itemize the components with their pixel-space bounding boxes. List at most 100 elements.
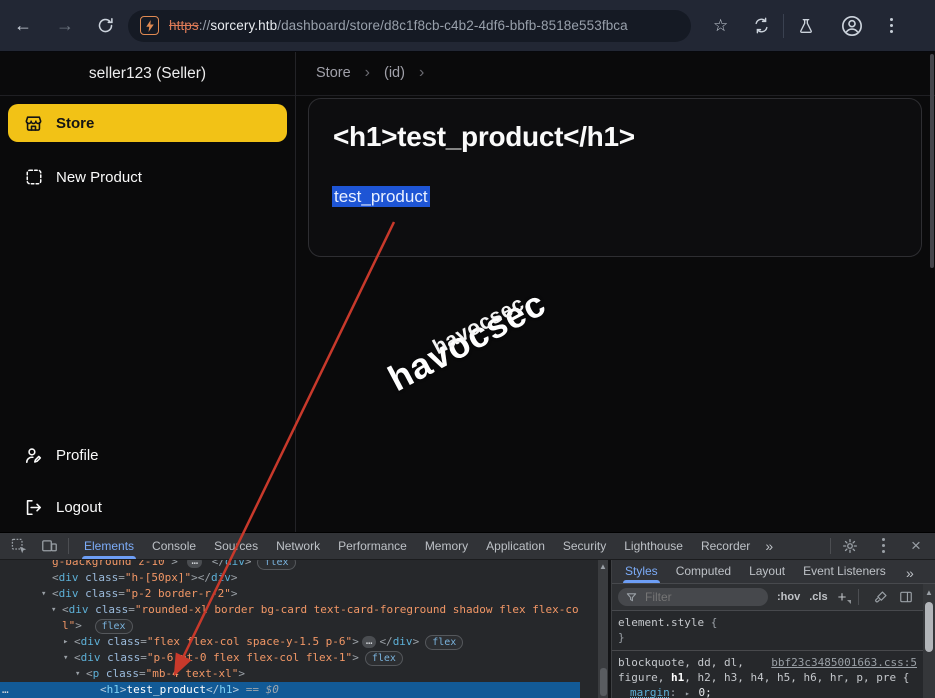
address-bar[interactable]: https://sorcery.htb/dashboard/store/d8c1… [128,10,691,42]
new-style-rule-button[interactable]: + [838,589,847,606]
collapsed-content-button[interactable]: … [187,560,202,568]
dom-tree-node[interactable]: ▸<div class="flex flex-col space-y-1.5 p… [0,634,580,650]
collapse-arrow-icon[interactable]: ▾ [41,586,46,602]
profile-avatar-button[interactable] [839,13,865,39]
devtools-tab-lighthouse[interactable]: Lighthouse [615,533,692,559]
devtools-tab-security[interactable]: Security [554,533,615,559]
devtools-tab-recorder[interactable]: Recorder [692,533,759,559]
devtools-tab-sources[interactable]: Sources [205,533,267,559]
inspect-icon [11,538,28,555]
dom-tree-node[interactable]: ▾<div class="p-6 pt-0 flex flex-col flex… [0,650,580,666]
node-more-actions[interactable]: … [2,682,8,698]
collapse-arrow-icon[interactable]: ▾ [75,666,80,682]
rule-selector: element.style [618,616,704,629]
styles-tab-computed[interactable]: Computed [667,560,740,583]
element-style-rule[interactable]: element.style { } [612,611,923,651]
sidebar-item-label: Logout [56,499,102,516]
sidebar-item-new-product[interactable]: New Product [8,158,287,196]
code-token: class [79,587,119,600]
devtools-tab-memory[interactable]: Memory [416,533,477,559]
collapse-arrow-icon[interactable]: ▾ [51,602,56,618]
devtools-tab-network[interactable]: Network [267,533,329,559]
more-tabs-button[interactable]: » [759,533,779,559]
expand-arrow-icon[interactable]: ▸ [63,634,68,650]
styles-filter-input-wrap[interactable] [618,588,768,606]
insecure-site-icon[interactable] [140,16,159,35]
rule-selector: figure, [618,671,671,684]
devtools-tab-performance[interactable]: Performance [329,533,416,559]
experiments-button[interactable] [793,13,819,39]
sidebar-item-logout[interactable]: Logout [8,490,287,524]
device-toolbar-button[interactable] [36,533,62,559]
devtools-menu-button[interactable] [873,533,893,557]
sidebar-item-store[interactable]: Store [8,104,287,142]
elements-scrollbar[interactable]: ▲ [598,560,608,698]
element-classes-button[interactable]: .cls [809,591,827,603]
computed-sidebar-toggle-button[interactable] [899,590,913,604]
more-tabs-button[interactable]: » [900,560,920,586]
scroll-up-icon[interactable]: ▲ [598,562,608,571]
dom-tree-node[interactable]: <div class="h-[50px]"></div> [0,570,580,586]
sync-tabs-button[interactable] [748,13,774,39]
inspect-element-button[interactable] [6,533,32,559]
back-button[interactable]: ← [10,13,36,39]
sidebar-item-label: New Product [56,169,142,186]
scroll-up-icon[interactable]: ▲ [923,588,935,597]
devtools-settings-button[interactable] [837,533,863,559]
devtools-tab-console[interactable]: Console [143,533,205,559]
page-scrollbar[interactable] [930,54,934,268]
code-token: test_product [127,683,206,696]
devtools-tab-elements[interactable]: Elements [75,533,143,559]
elements-panel: g-background z-10"> … </div>flex<div cla… [0,560,598,698]
stylesheet-link[interactable]: bbf23c3485001663.css:5 [771,655,917,670]
css-property[interactable]: margin: ▸ 0; [618,685,917,698]
dom-tree-node[interactable]: <h1>test_product</h1> == $0… [0,682,580,698]
css-rule[interactable]: bbf23c3485001663.css:5 blockquote, dd, d… [612,651,923,698]
flex-badge[interactable]: flex [257,560,295,570]
styles-tab-styles[interactable]: Styles [616,560,667,583]
breadcrumb-item-id[interactable]: (id) [384,65,405,81]
toggle-element-state-button[interactable]: :hov [777,591,800,603]
browser-menu-button[interactable] [881,14,901,38]
styles-scrollbar[interactable]: ▲ [923,584,935,698]
styles-filter-input[interactable] [643,589,747,605]
devtools-close-button[interactable]: × [903,533,929,559]
flex-badge[interactable]: flex [365,651,403,666]
elements-tree: g-background z-10"> … </div>flex<div cla… [0,560,598,698]
code-token: div [81,635,101,648]
bookmark-star-icon[interactable]: ☆ [713,16,728,36]
dom-tree-node[interactable]: ▾<div class="rounded-xl border bg-card t… [0,602,580,634]
code-token: "flex flex-col space-y-1.5 p-6" [147,635,352,648]
styles-tab-layout[interactable]: Layout [740,560,794,583]
rendering-emulation-button[interactable] [874,590,888,604]
expand-arrow-icon[interactable]: ▸ [685,689,690,698]
collapsed-content-button[interactable]: … [362,636,377,648]
product-card: <h1>test_product</h1> test_product [308,98,922,257]
flex-badge[interactable]: flex [425,635,463,650]
chevron-right-icon: › [365,64,370,82]
store-icon [24,114,43,133]
funnel-icon [626,592,637,603]
dom-tree-node[interactable]: g-background z-10"> … </div>flex [0,560,580,570]
flex-badge[interactable]: flex [95,619,133,634]
scrollbar-thumb[interactable] [925,602,933,652]
code-token: h1 [107,683,120,696]
styles-panel: StylesComputedLayoutEvent Listeners » :h… [612,560,935,698]
breadcrumb-item-store[interactable]: Store [316,65,351,81]
code-token: > [413,635,420,648]
forward-button[interactable]: → [52,13,78,39]
styles-tab-event-listeners[interactable]: Event Listeners [794,560,895,583]
dom-tree-node[interactable]: ▾<p class="mb-4 text-xl"> [0,666,580,682]
collapse-arrow-icon[interactable]: ▾ [63,650,68,666]
code-token: </ [206,683,219,696]
code-token: < [86,667,93,680]
code-token: = [128,603,135,616]
reload-button[interactable] [92,13,118,39]
browser-window: ← → https://sorcery.htb/dashboard/store/… [0,0,935,698]
dom-tree-node[interactable]: ▾<div class="p-2 border-r-2"> [0,586,580,602]
main-content: Store › (id) › <h1>test_product</h1> tes… [297,52,935,532]
scrollbar-thumb[interactable] [600,668,607,696]
devtools-tabs: ElementsConsoleSourcesNetworkPerformance… [75,533,759,559]
sidebar-item-profile[interactable]: Profile [8,438,287,472]
devtools-tab-application[interactable]: Application [477,533,554,559]
